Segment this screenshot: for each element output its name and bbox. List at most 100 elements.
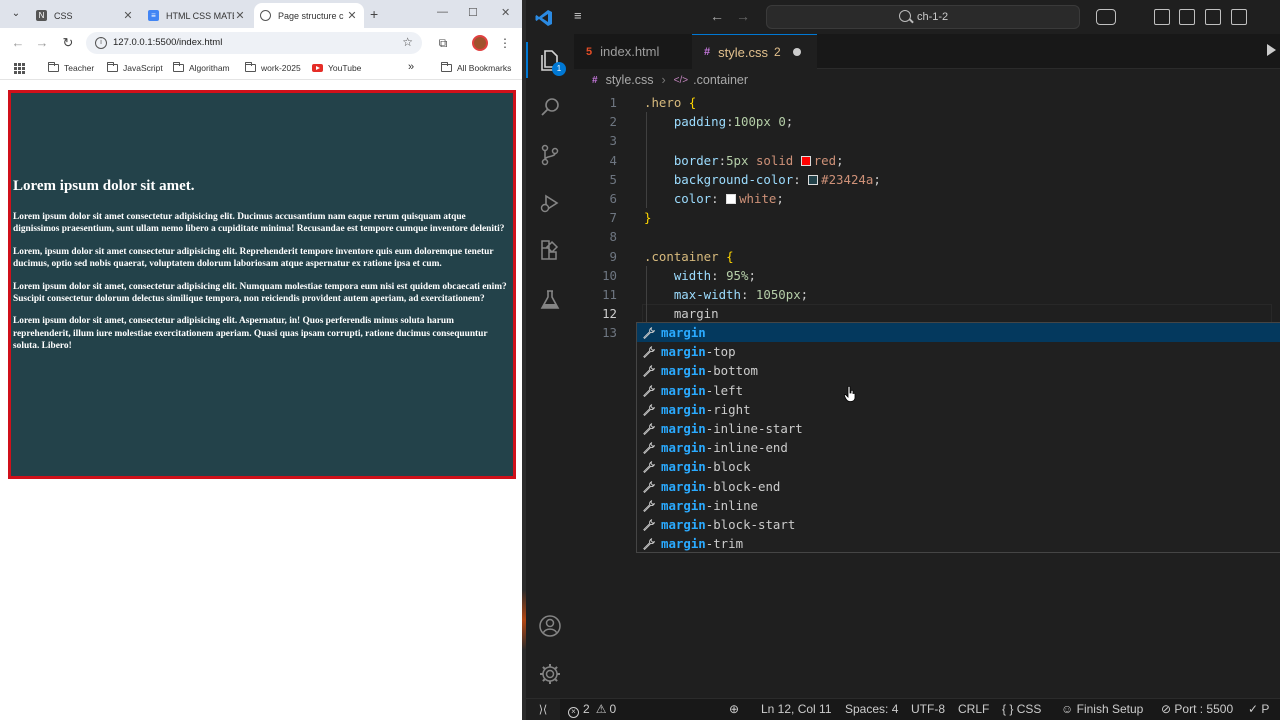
- cursor-position[interactable]: Ln 12, Col 11: [761, 702, 832, 716]
- back-icon[interactable]: ←: [10, 35, 26, 51]
- toggle-secondary-sidebar-icon[interactable]: [1231, 9, 1247, 25]
- suggestion-item[interactable]: margin-block-start: [637, 515, 1280, 534]
- browser-tab-css[interactable]: N CSS ✕: [30, 3, 140, 28]
- bookmark-algoritham[interactable]: Algoritham: [172, 62, 230, 73]
- code-line[interactable]: 3: [574, 131, 1280, 150]
- breadcrumb-symbol[interactable]: .container: [693, 73, 748, 87]
- forward-icon[interactable]: →: [34, 35, 50, 51]
- code-line[interactable]: 4 border:5px solid red;: [574, 151, 1280, 170]
- unsaved-dot-icon[interactable]: [792, 48, 801, 56]
- code-text: color: white;: [673, 191, 784, 206]
- code-line[interactable]: 10 width: 95%;: [574, 266, 1280, 285]
- code-line[interactable]: 6 color: white;: [574, 189, 1280, 208]
- language-mode[interactable]: { } CSS: [1002, 702, 1041, 716]
- suggestion-item[interactable]: margin-top: [637, 342, 1280, 361]
- wrench-icon: [643, 327, 655, 339]
- code-line[interactable]: 2 padding:100px 0;: [574, 112, 1280, 131]
- site-info-icon[interactable]: i: [95, 37, 107, 49]
- code-line[interactable]: 12 margin: [574, 304, 1280, 324]
- minimize-icon[interactable]: —: [437, 6, 448, 18]
- tab-search-icon[interactable]: ⌄: [8, 6, 24, 22]
- reload-icon[interactable]: ↻: [60, 35, 76, 51]
- all-bookmarks[interactable]: All Bookmarks: [440, 62, 511, 73]
- code-line[interactable]: 1 .hero {: [574, 93, 1280, 112]
- tab-style-css[interactable]: # style.css 2: [692, 34, 817, 69]
- bookmark-work-2025[interactable]: work-2025: [244, 62, 301, 73]
- settings-gear-icon[interactable]: [538, 662, 562, 686]
- maximize-icon[interactable]: ☐: [468, 6, 478, 19]
- color-swatch-icon[interactable]: [726, 194, 737, 204]
- close-tab-icon[interactable]: ✕: [122, 9, 134, 22]
- folder-icon: [172, 62, 184, 72]
- suggestion-item[interactable]: margin-inline-start: [637, 419, 1280, 438]
- bookmark-javascript[interactable]: JavaScript: [106, 62, 163, 73]
- run-icon[interactable]: [1267, 44, 1276, 56]
- close-tab-icon[interactable]: ✕: [346, 9, 358, 22]
- bookmarks-bar: Teacher JavaScript Algoritham work-2025 …: [0, 58, 522, 80]
- suggestion-item[interactable]: margin-inline: [637, 496, 1280, 515]
- end-of-line[interactable]: CRLF: [958, 702, 989, 716]
- menu-icon[interactable]: ≡: [574, 9, 588, 23]
- browser-tab-html-css[interactable]: ≡ HTML CSS MATE ✕: [142, 3, 252, 28]
- close-tab-icon[interactable]: ✕: [234, 9, 246, 22]
- folder-icon: [244, 62, 256, 72]
- notifications-icon[interactable]: ✓ P: [1248, 702, 1269, 716]
- zoom-icon[interactable]: ⊕: [729, 702, 739, 716]
- hero-section: Lorem ipsum dolor sit amet. Lorem ipsum …: [8, 90, 516, 479]
- address-bar[interactable]: i 127.0.0.1:5500/index.html ☆: [86, 32, 422, 54]
- accounts-icon[interactable]: [538, 614, 562, 638]
- code-line[interactable]: 5 background-color: #23424a;: [574, 170, 1280, 189]
- toggle-primary-sidebar-icon[interactable]: [1179, 9, 1195, 25]
- bookmarks-overflow-button[interactable]: »: [408, 61, 414, 73]
- encoding[interactable]: UTF-8: [911, 702, 945, 716]
- indentation[interactable]: Spaces: 4: [845, 702, 898, 716]
- suggestion-item[interactable]: margin-bottom: [637, 361, 1280, 380]
- suggestion-item[interactable]: margin-block-end: [637, 477, 1280, 496]
- color-swatch-icon[interactable]: [808, 174, 819, 185]
- code-line[interactable]: 11 max-width: 1050px;: [574, 285, 1280, 304]
- live-server-port[interactable]: ⊘ Port : 5500: [1161, 702, 1233, 716]
- run-debug-icon[interactable]: [538, 191, 562, 215]
- bookmark-youtube[interactable]: YouTube: [312, 63, 361, 73]
- menu-kebab-icon[interactable]: ⋮: [497, 35, 513, 51]
- bookmark-star-icon[interactable]: ☆: [402, 35, 413, 49]
- flask-icon[interactable]: [538, 288, 562, 312]
- suggestion-item[interactable]: margin-inline-end: [637, 438, 1280, 457]
- color-swatch-icon[interactable]: [800, 155, 811, 166]
- code-line[interactable]: 7}: [574, 208, 1280, 227]
- nav-forward-icon[interactable]: →: [736, 8, 750, 24]
- extensions-view-icon[interactable]: [538, 239, 562, 263]
- customize-layout-icon[interactable]: [1154, 9, 1170, 25]
- extensions-icon[interactable]: ⧉: [435, 35, 451, 51]
- source-control-icon[interactable]: [538, 143, 562, 167]
- toggle-panel-icon[interactable]: [1205, 9, 1221, 25]
- explorer-icon[interactable]: 1: [526, 42, 566, 78]
- line-number: 10: [602, 267, 617, 283]
- bookmark-teacher[interactable]: Teacher: [47, 62, 94, 73]
- nav-back-icon[interactable]: ←: [710, 8, 724, 24]
- suggestion-item[interactable]: margin: [637, 323, 1280, 342]
- profile-avatar[interactable]: [472, 35, 488, 51]
- close-window-icon[interactable]: ✕: [501, 6, 510, 19]
- browser-tab-page-structure[interactable]: Page structure c ✕: [254, 3, 364, 28]
- suggestion-item[interactable]: margin-right: [637, 400, 1280, 419]
- tab-index-html[interactable]: 5 index.html: [574, 34, 692, 69]
- breadcrumb-file[interactable]: style.css: [606, 73, 654, 87]
- remote-indicator-icon[interactable]: ⟩⟨: [526, 699, 560, 720]
- browser-tab-title: Page structure c: [278, 10, 344, 21]
- search-view-icon[interactable]: [538, 95, 562, 119]
- copilot-icon[interactable]: [1096, 9, 1116, 25]
- url-text: 127.0.0.1:5500/index.html: [113, 37, 223, 48]
- code-line[interactable]: 8: [574, 227, 1280, 246]
- code-line[interactable]: 9 .container {: [574, 247, 1280, 266]
- problems-indicator[interactable]: × 2 ⚠ 0: [568, 702, 616, 718]
- suggestion-item[interactable]: margin-trim: [637, 534, 1280, 553]
- vscode-logo-icon: [535, 9, 553, 27]
- new-tab-icon[interactable]: +: [370, 6, 378, 22]
- browser-tab-title: HTML CSS MATE: [166, 10, 234, 21]
- command-center-search[interactable]: ch-1-2: [766, 5, 1080, 29]
- suggestion-item[interactable]: margin-left: [637, 381, 1280, 400]
- suggestion-item[interactable]: margin-block: [637, 457, 1280, 476]
- finish-setup[interactable]: ☺ Finish Setup: [1061, 702, 1143, 716]
- apps-grid-icon[interactable]: [14, 63, 25, 74]
